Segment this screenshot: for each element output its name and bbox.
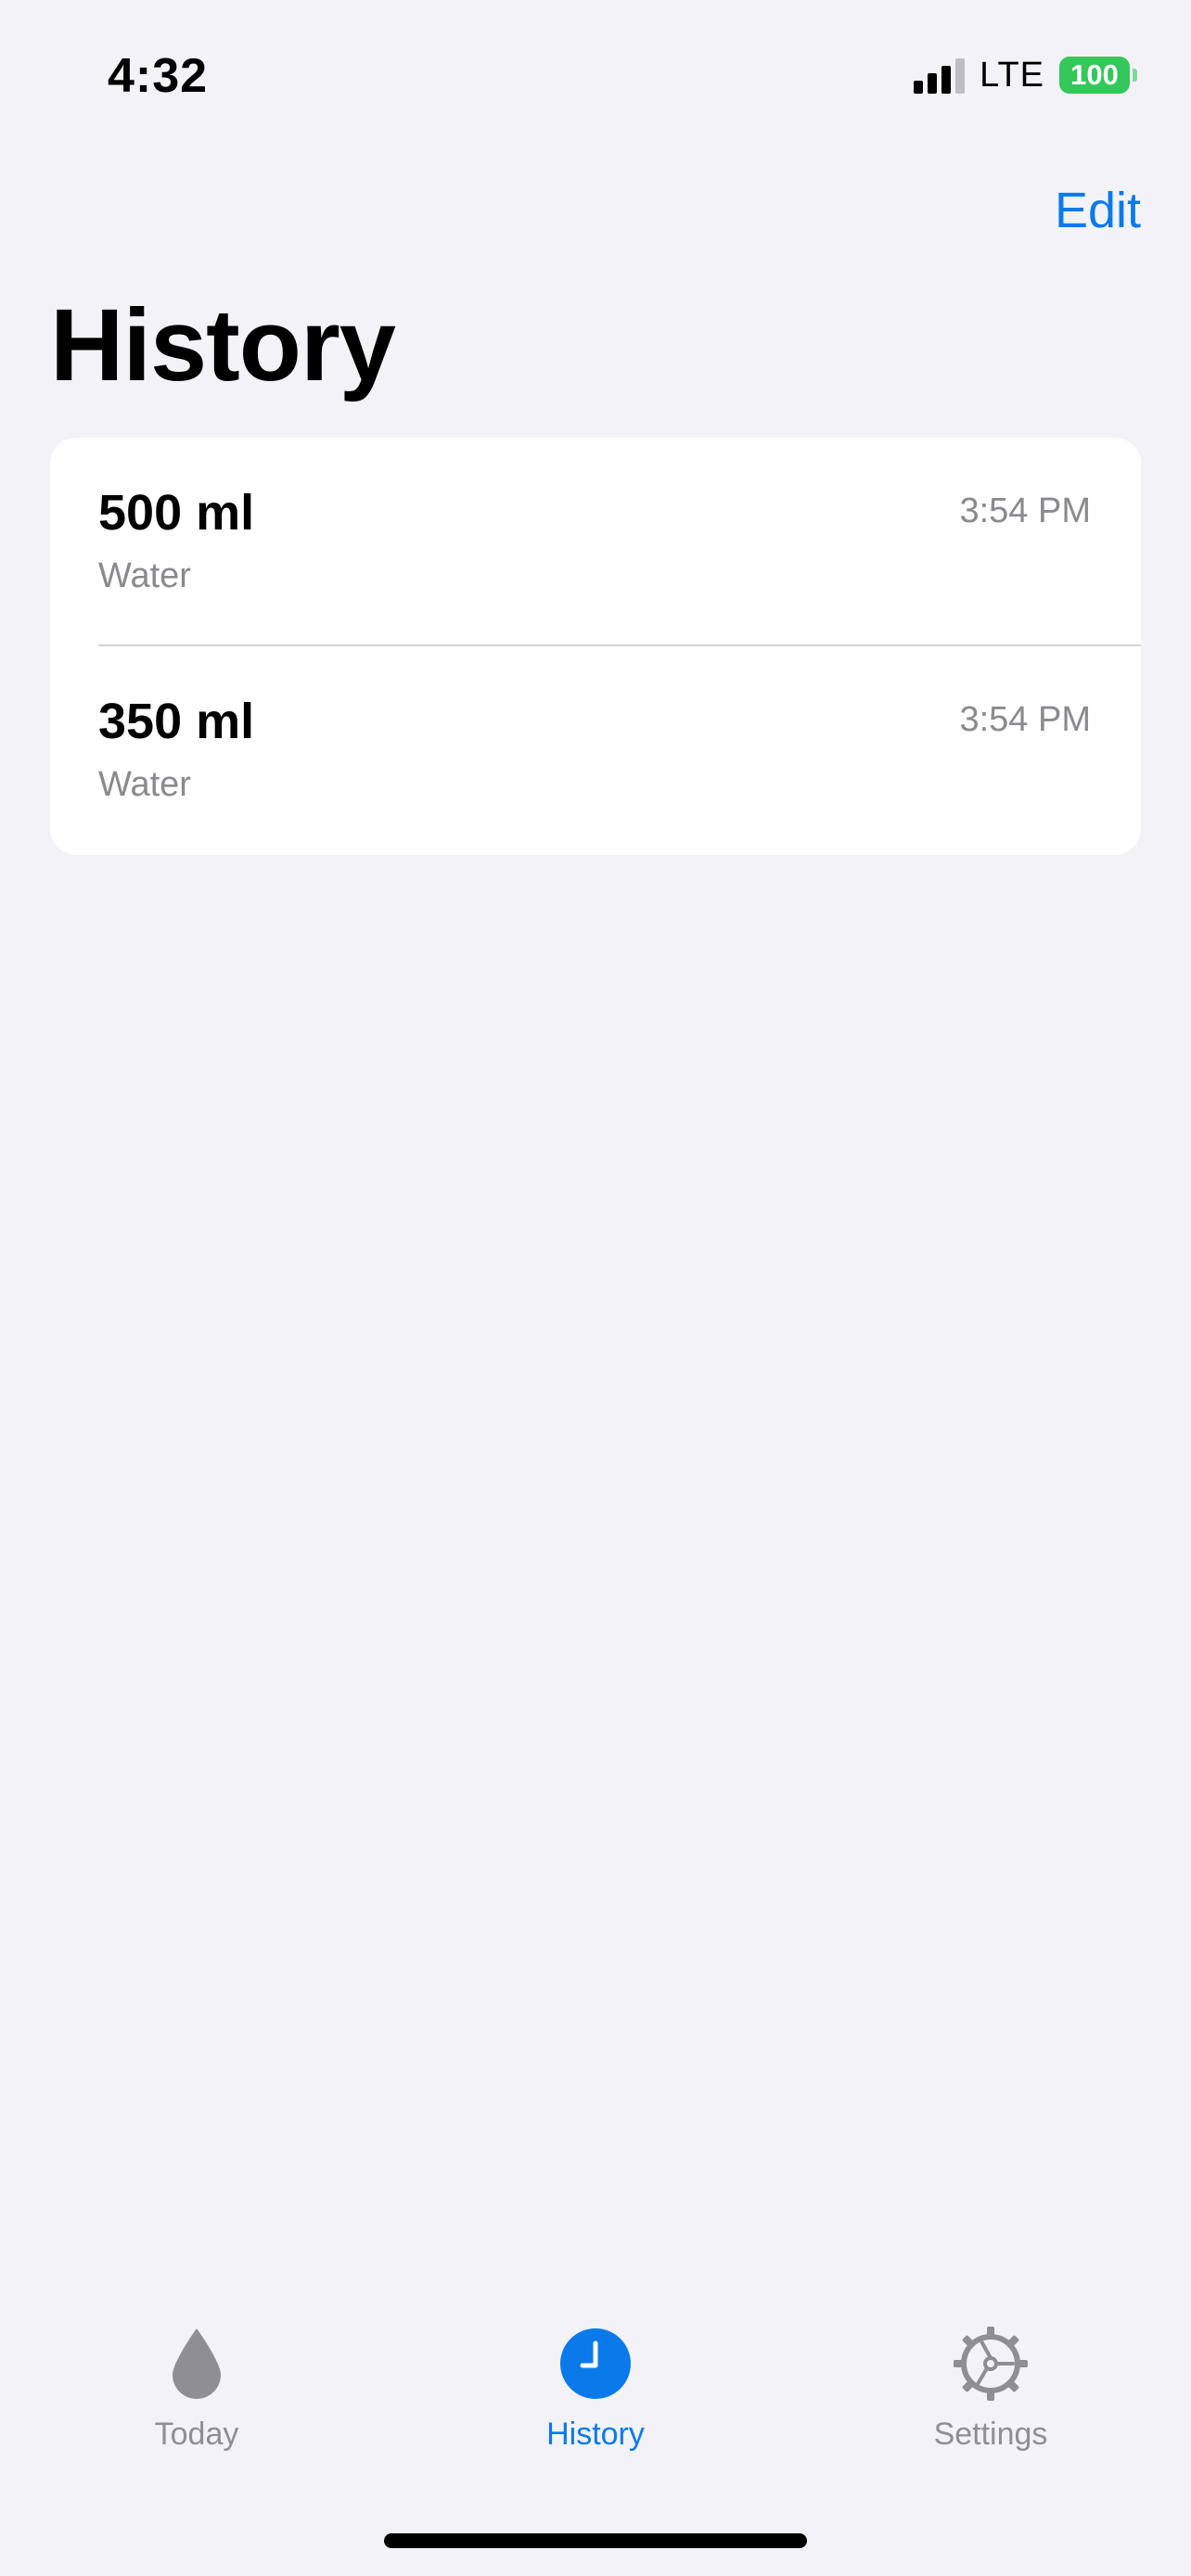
network-type: LTE	[980, 55, 1044, 95]
clock-icon	[554, 2322, 637, 2405]
list-item[interactable]: 500 ml Water 3:54 PM	[50, 438, 1141, 646]
status-indicators: LTE 100	[914, 52, 1137, 98]
cellular-signal-icon	[914, 57, 966, 94]
water-drop-icon	[155, 2322, 238, 2405]
status-time: 4:32	[108, 49, 209, 103]
entry-kind: Water	[98, 765, 191, 804]
gear-icon	[949, 2322, 1032, 2405]
entry-amount: 500 ml	[98, 485, 255, 541]
tab-bar: Today History Settings	[0, 2322, 1191, 2507]
history-list: 500 ml Water 3:54 PM 350 ml Water 3:54 P…	[50, 438, 1141, 855]
battery-icon: 100	[1059, 57, 1137, 94]
battery-level: 100	[1059, 57, 1130, 94]
tab-today[interactable]: Today	[76, 2322, 317, 2453]
entry-kind: Water	[98, 556, 191, 595]
list-item[interactable]: 350 ml Water 3:54 PM	[50, 646, 1141, 855]
tab-settings[interactable]: Settings	[870, 2322, 1111, 2453]
entry-amount: 350 ml	[98, 694, 255, 749]
home-indicator[interactable]	[384, 2533, 807, 2548]
battery-tip	[1133, 69, 1137, 82]
tab-label-today: Today	[154, 2417, 239, 2452]
edit-button[interactable]: Edit	[1055, 182, 1141, 239]
tab-history[interactable]: History	[475, 2322, 716, 2453]
page-title: History	[50, 288, 396, 402]
tab-label-history: History	[546, 2417, 645, 2452]
entry-time: 3:54 PM	[959, 491, 1091, 530]
entry-time: 3:54 PM	[959, 700, 1091, 739]
tab-label-settings: Settings	[933, 2417, 1048, 2452]
